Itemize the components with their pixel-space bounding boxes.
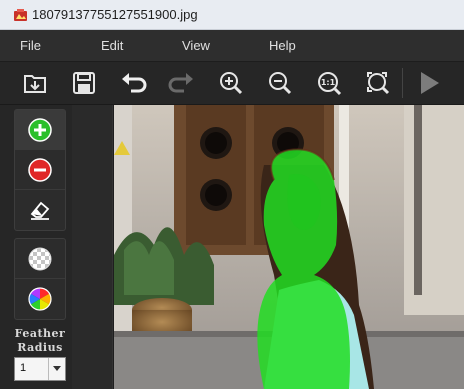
eraser-tool[interactable] — [15, 190, 65, 230]
menu-help[interactable]: Help — [269, 38, 296, 53]
save-icon — [73, 72, 95, 94]
brush-tool-group — [14, 109, 66, 231]
redo-button[interactable] — [165, 66, 199, 100]
feather-radius-select[interactable]: 1 — [14, 357, 66, 381]
fit-to-window-icon — [367, 72, 390, 95]
tool-panel: Feather Radius 1 — [0, 105, 72, 389]
toolbar-separator — [402, 68, 403, 98]
feather-radius-value: 1 — [20, 362, 27, 374]
zoom-out-button[interactable] — [263, 66, 297, 100]
menu-view[interactable]: View — [182, 38, 210, 53]
feather-label-line1: Feather — [14, 327, 66, 340]
zoom-in-button[interactable] — [214, 66, 248, 100]
canvas-gutter — [72, 105, 113, 389]
view-tool-group — [14, 238, 66, 320]
zoom-out-icon — [269, 72, 292, 95]
menu-edit[interactable]: Edit — [101, 38, 123, 53]
undo-button[interactable] — [116, 66, 150, 100]
chevron-down-icon[interactable] — [48, 358, 65, 380]
menu-bar: File Edit View Help — [0, 30, 464, 62]
play-icon — [421, 72, 439, 94]
zoom-in-icon — [220, 72, 243, 95]
toolbar: 1:1 — [0, 62, 464, 105]
color-wheel-icon — [28, 287, 52, 311]
open-button[interactable] — [18, 66, 52, 100]
redo-icon — [168, 73, 193, 93]
canvas-area[interactable] — [72, 105, 464, 389]
remove-red-icon — [28, 157, 52, 182]
photo-canvas[interactable] — [114, 105, 464, 389]
title-bar: 18079137755127551900.jpg — [0, 0, 464, 30]
eraser-icon — [30, 201, 50, 220]
fit-window-button[interactable] — [361, 66, 395, 100]
remove-tool[interactable] — [15, 150, 65, 190]
add-keep-tool[interactable] — [15, 110, 65, 150]
save-button[interactable] — [67, 66, 101, 100]
app-window: 18079137755127551900.jpg File Edit View … — [0, 0, 464, 389]
actual-size-label: 1:1 — [321, 78, 336, 87]
actual-size-icon: 1:1 — [318, 72, 342, 96]
color-picker[interactable] — [15, 279, 65, 319]
app-logo-icon — [14, 9, 27, 21]
transparency-icon — [28, 247, 52, 270]
play-button[interactable] — [412, 66, 446, 100]
feather-radius-label: Feather Radius — [14, 327, 66, 355]
actual-size-button[interactable]: 1:1 — [312, 66, 346, 100]
open-icon — [24, 75, 46, 93]
menu-file[interactable]: File — [20, 38, 41, 53]
window-title: 18079137755127551900.jpg — [32, 7, 198, 22]
add-green-icon — [28, 117, 52, 142]
feather-label-line2: Radius — [17, 341, 63, 354]
undo-icon — [122, 73, 147, 93]
transparency-toggle[interactable] — [15, 239, 65, 279]
